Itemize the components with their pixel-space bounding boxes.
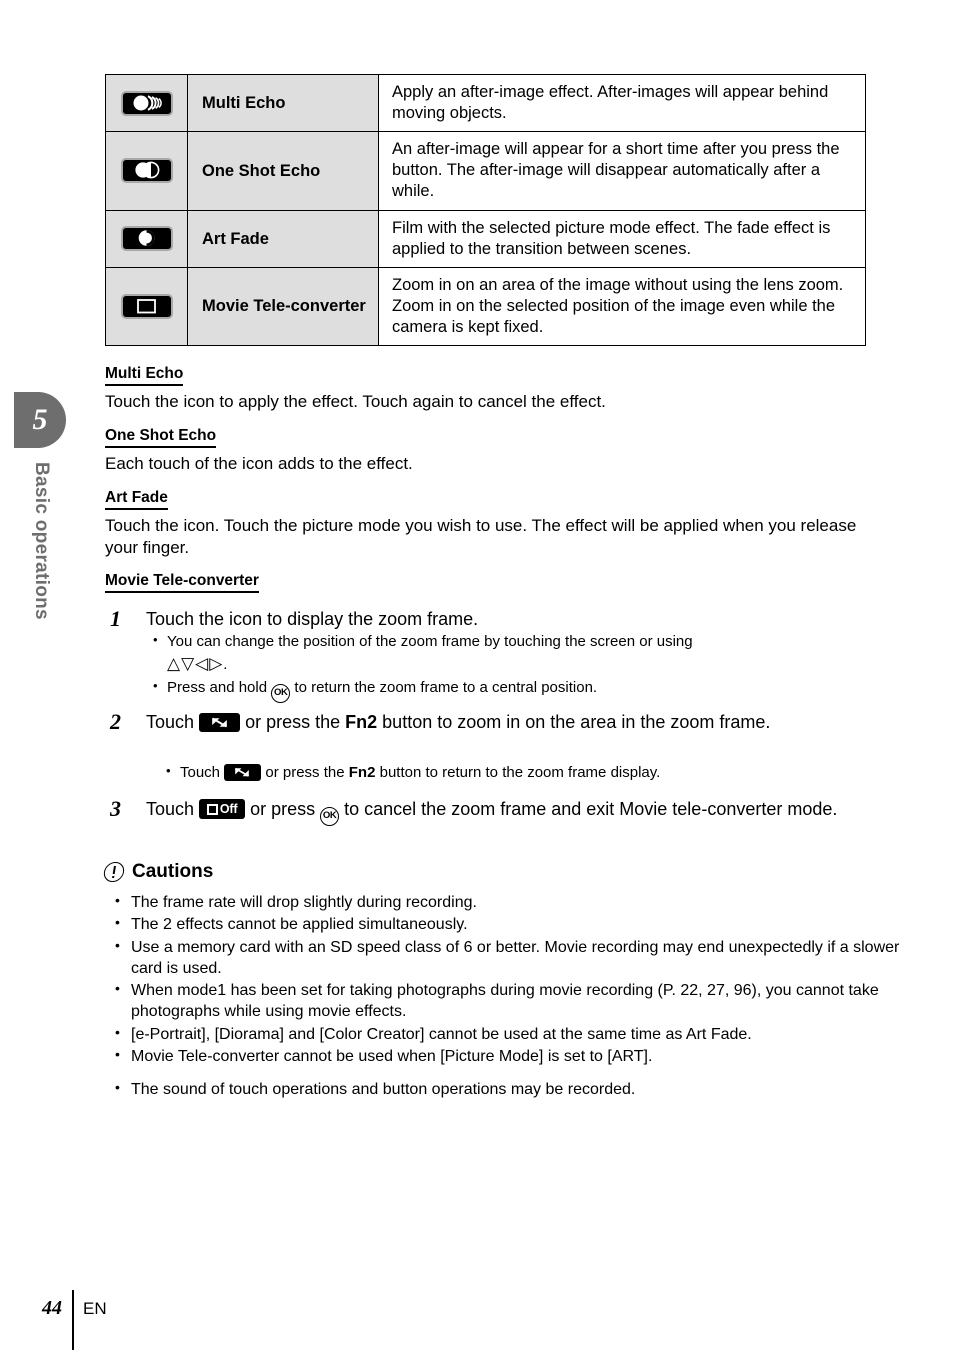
step-2-bullet-mid: or press the — [265, 764, 345, 781]
table-cell-description: Apply an after-image effect. After-image… — [378, 73, 866, 133]
table-row: Art Fade Film with the selected picture … — [105, 209, 866, 268]
off-label: Off — [219, 801, 238, 816]
list-item: When mode1 has been set for taking photo… — [110, 979, 900, 1023]
step-2-bullet-post: button to return to the zoom frame displ… — [379, 764, 661, 781]
section-heading-movie-tele-converter: Movie Tele-converter — [105, 572, 259, 593]
zoom-in-icon — [199, 713, 241, 732]
step-1-bullet-2-post: to return the zoom frame to a central po… — [294, 678, 598, 696]
cautions-heading: Cautions — [102, 861, 214, 883]
square-glyph — [206, 803, 218, 815]
step-2-text-post: button to zoom in on the area in the zoo… — [382, 712, 771, 732]
table-cell-description: Zoom in on an area of the image without … — [378, 266, 866, 347]
zoom-out-icon — [224, 764, 262, 781]
table-cell-name: Art Fade — [187, 209, 379, 268]
list-item: [e-Portrait], [Diorama] and [Color Creat… — [110, 1023, 900, 1045]
section-body-multi-echo: Touch the icon to apply the effect. Touc… — [105, 392, 606, 411]
art-fade-icon — [120, 226, 173, 252]
table-cell-name: Movie Tele-converter — [187, 266, 379, 347]
cautions-heading-label: Cautions — [132, 861, 214, 882]
cautions-list: The frame rate will drop slightly during… — [110, 891, 900, 1101]
step-1-bullets: You can change the position of the zoom … — [150, 631, 865, 705]
table-cell-description: Film with the selected picture mode effe… — [378, 209, 866, 268]
page-number: 44 — [42, 1297, 62, 1319]
table-cell-icon — [105, 73, 188, 133]
list-item: The 2 effects cannot be applied simultan… — [110, 913, 900, 935]
step-3-number: 3 — [110, 796, 121, 821]
list-item: Use a memory card with an SD speed class… — [110, 936, 900, 980]
chapter-tab: 5 — [14, 392, 66, 448]
table-cell-icon — [105, 131, 188, 211]
table-cell-icon — [105, 266, 188, 347]
list-item: The frame rate will drop slightly during… — [110, 891, 900, 913]
step-1-bullet-1-period: . — [223, 656, 228, 674]
ok-button-icon: OK — [271, 683, 291, 703]
step-3-text: Touch Off or press OK to cancel the zoom… — [146, 797, 858, 826]
step-3-text-pre: Touch — [146, 799, 195, 819]
section-body-one-shot-echo: Each touch of the icon adds to the effec… — [105, 454, 413, 473]
chapter-title: Basic operations — [31, 462, 52, 620]
table-row: Multi Echo Apply an after-image effect. … — [105, 73, 866, 133]
step-1-bullet-1-text: You can change the position of the zoom … — [167, 633, 693, 650]
footer-language: EN — [83, 1299, 107, 1318]
page-footer: 44 EN — [42, 1297, 107, 1320]
one-shot-echo-icon — [120, 158, 173, 184]
table-cell-description: An after-image will appear for a short t… — [378, 131, 866, 211]
section-body-art-fade: Touch the icon. Touch the picture mode y… — [105, 516, 857, 558]
list-item: The sound of touch operations and button… — [110, 1078, 900, 1100]
list-item: Touch or press the Fn2 button to return … — [163, 762, 868, 783]
step-1-bullet-2-pre: Press and hold — [167, 678, 268, 696]
step-2-bullet-pre: Touch — [180, 764, 221, 781]
step-1-text: Touch the icon to display the zoom frame… — [146, 609, 479, 629]
chapter-number: 5 — [32, 403, 48, 436]
arrow-keys-icon: △▽◁▷ — [167, 654, 224, 674]
table-cell-name: One Shot Echo — [187, 131, 379, 211]
section-heading-art-fade: Art Fade — [105, 489, 168, 510]
fn2-button-label: Fn2 — [345, 712, 378, 732]
fn2-button-label: Fn2 — [348, 764, 376, 781]
step-2-bullets: Touch or press the Fn2 button to return … — [163, 762, 868, 785]
multi-echo-icon — [120, 90, 173, 116]
step-3-text-post: to cancel the zoom frame and exit Movie … — [344, 799, 838, 819]
movie-teleconverter-off-icon: Off — [199, 799, 246, 819]
list-item: Movie Tele-converter cannot be used when… — [110, 1045, 900, 1067]
list-item: You can change the position of the zoom … — [150, 631, 865, 676]
step-1-number: 1 — [110, 606, 121, 631]
section-heading-multi-echo: Multi Echo — [105, 365, 184, 386]
table-cell-icon — [105, 209, 188, 268]
step-3-text-mid: or press — [250, 799, 316, 819]
table-row: One Shot Echo An after-image will appear… — [105, 131, 866, 211]
movie-tele-converter-icon — [120, 293, 173, 319]
movie-effects-table: Multi Echo Apply an after-image effect. … — [105, 73, 866, 347]
step-2-text-mid: or press the — [245, 712, 341, 732]
step-2-text-pre: Touch — [146, 712, 195, 732]
list-item: Press and hold OK to return the zoom fra… — [150, 677, 865, 703]
table-row: Movie Tele-converter Zoom in on an area … — [105, 266, 866, 347]
table-cell-name: Multi Echo — [187, 73, 379, 133]
ok-button-icon: OK — [320, 807, 340, 826]
step-2-text: Touch or press the Fn2 button to zoom in… — [146, 710, 861, 734]
warning-icon — [102, 862, 126, 882]
step-2-number: 2 — [110, 709, 121, 734]
section-heading-one-shot-echo: One Shot Echo — [105, 427, 217, 448]
